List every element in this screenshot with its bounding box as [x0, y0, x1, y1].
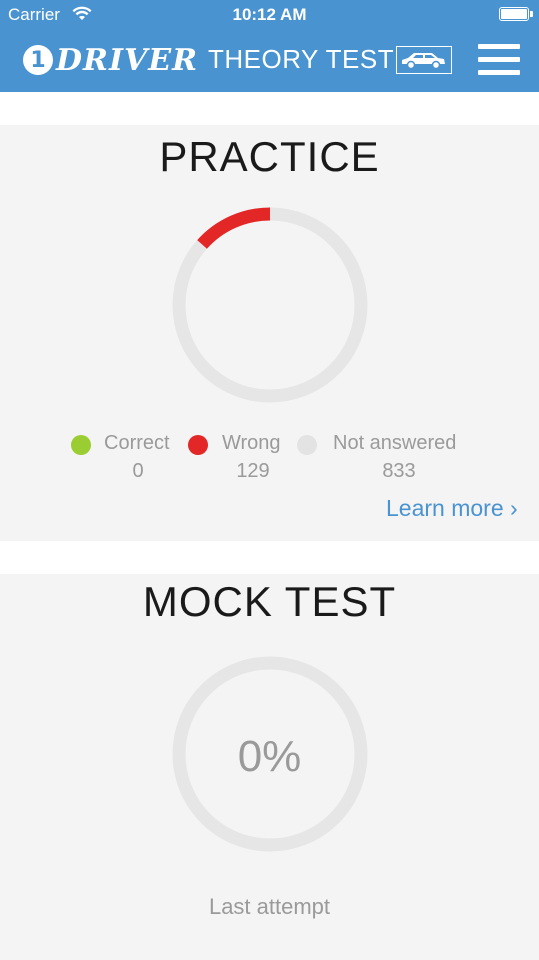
legend-correct-count: 0 — [132, 460, 144, 482]
correct-dot-icon — [71, 435, 91, 455]
legend-not-answered-label: Not answered — [333, 432, 457, 454]
legend-not-answered-count: 833 — [382, 460, 416, 482]
status-time: 10:12 AM — [232, 5, 307, 24]
learn-more-link[interactable]: Learn more › — [386, 495, 518, 522]
menu-line — [478, 70, 520, 75]
mock-test-title: MOCK TEST — [142, 578, 397, 625]
battery-icon — [499, 7, 533, 21]
logo-text: DRIVER — [56, 42, 199, 78]
legend-wrong-count: 129 — [236, 460, 270, 482]
logo-number: 1 — [23, 45, 53, 75]
legend-correct-label: Correct — [104, 432, 170, 454]
menu-line — [478, 44, 520, 49]
mock-test-card[interactable]: MOCK TEST 0% Last attempt — [0, 574, 539, 960]
practice-card[interactable]: PRACTICE Correct 0 Wrong 129 Not answere… — [0, 125, 539, 541]
wrong-dot-icon — [188, 435, 208, 455]
vehicle-select-button[interactable] — [396, 46, 452, 74]
car-icon — [402, 53, 445, 70]
mock-test-percent: 0% — [237, 732, 302, 781]
menu-line — [478, 57, 520, 62]
top-nav-bar: 1 DRIVER THEORY TEST — [0, 30, 539, 92]
practice-title: PRACTICE — [159, 133, 380, 180]
app-logo[interactable]: 1 DRIVER — [23, 42, 198, 78]
practice-progress-ring — [172, 207, 368, 403]
not-answered-dot-icon — [297, 435, 317, 455]
status-bar: Carrier 10:12 AM — [0, 0, 539, 30]
hamburger-menu-button[interactable] — [478, 44, 520, 76]
nav-title: THEORY TEST — [208, 44, 395, 74]
last-attempt-label: Last attempt — [208, 894, 331, 919]
legend-wrong-label: Wrong — [222, 432, 281, 454]
